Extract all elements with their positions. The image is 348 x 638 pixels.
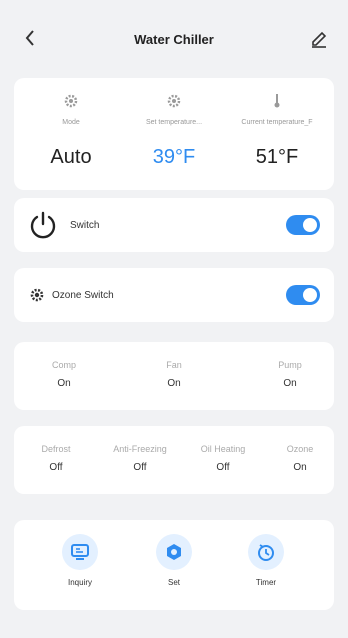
set-temperature-stat[interactable]: Set temperature... 39°F xyxy=(121,84,227,169)
tab-inquiry[interactable]: Inquiry xyxy=(50,534,110,587)
page-title: Water Chiller xyxy=(134,32,214,47)
ozone-label: Ozone xyxy=(286,444,314,454)
comp-status: Comp On xyxy=(34,360,94,389)
switch-toggle[interactable] xyxy=(286,215,320,235)
mode-stat[interactable]: Mode Auto xyxy=(18,84,124,169)
ozone-switch-row: Ozone Switch xyxy=(14,268,334,322)
oil-heating-label: Oil Heating xyxy=(200,444,246,454)
status-summary-card: Mode Auto Set temperature... 39°F Curren… xyxy=(14,78,334,190)
gear-icon xyxy=(121,90,227,112)
anti-freezing-status: Anti-Freezing Off xyxy=(98,444,182,473)
comp-value: On xyxy=(57,378,71,389)
current-temperature-label: Current temperature_F xyxy=(241,119,313,126)
fan-value: On xyxy=(167,378,181,389)
power-icon xyxy=(30,211,56,239)
ozone-switch-label: Ozone Switch xyxy=(52,289,114,301)
tab-timer[interactable]: Timer xyxy=(236,534,296,587)
defrost-status: Defrost Off xyxy=(26,444,86,473)
set-temperature-label: Set temperature... xyxy=(145,119,203,126)
ozone-switch-toggle[interactable] xyxy=(286,285,320,305)
status-card-2: Defrost Off Anti-Freezing Off Oil Heatin… xyxy=(14,426,334,494)
current-temperature-stat: Current temperature_F 51°F xyxy=(224,84,330,169)
fan-status: Fan On xyxy=(144,360,204,389)
mode-value: Auto xyxy=(50,146,92,168)
thermometer-icon xyxy=(224,90,330,112)
tab-set-label: Set xyxy=(167,578,180,587)
timer-icon xyxy=(248,534,284,570)
inquiry-icon xyxy=(62,534,98,570)
toggle-knob xyxy=(303,288,317,302)
ozone-value: On xyxy=(293,462,307,473)
comp-label: Comp xyxy=(51,360,76,370)
pump-label: Pump xyxy=(278,360,302,370)
bottom-actions: Inquiry Set Timer xyxy=(14,520,334,610)
set-temperature-value: 39°F xyxy=(152,146,196,168)
pump-status: Pump On xyxy=(260,360,320,389)
switch-row: Switch xyxy=(14,198,334,252)
edit-button[interactable] xyxy=(310,30,330,50)
oil-heating-value: Off xyxy=(216,462,230,473)
gear-icon xyxy=(18,90,124,112)
fan-label: Fan xyxy=(166,360,182,370)
defrost-value: Off xyxy=(49,462,63,473)
pump-value: On xyxy=(283,378,297,389)
switch-label: Switch xyxy=(70,219,100,231)
current-temperature-value: 51°F xyxy=(255,146,299,168)
top-bar: Water Chiller xyxy=(0,0,348,70)
settings-hex-icon xyxy=(156,534,192,570)
toggle-knob xyxy=(303,218,317,232)
anti-freezing-label: Anti-Freezing xyxy=(113,444,167,454)
status-card-1: Comp On Fan On Pump On xyxy=(14,342,334,410)
anti-freezing-value: Off xyxy=(133,462,147,473)
tab-inquiry-label: Inquiry xyxy=(67,578,92,587)
oil-heating-status: Oil Heating Off xyxy=(184,444,262,473)
mode-label: Mode xyxy=(62,119,80,126)
tab-timer-label: Timer xyxy=(255,578,277,587)
gear-icon xyxy=(30,288,44,302)
ozone-status: Ozone On xyxy=(272,444,328,473)
tab-set[interactable]: Set xyxy=(144,534,204,587)
defrost-label: Defrost xyxy=(41,444,71,454)
pencil-icon xyxy=(312,31,327,48)
